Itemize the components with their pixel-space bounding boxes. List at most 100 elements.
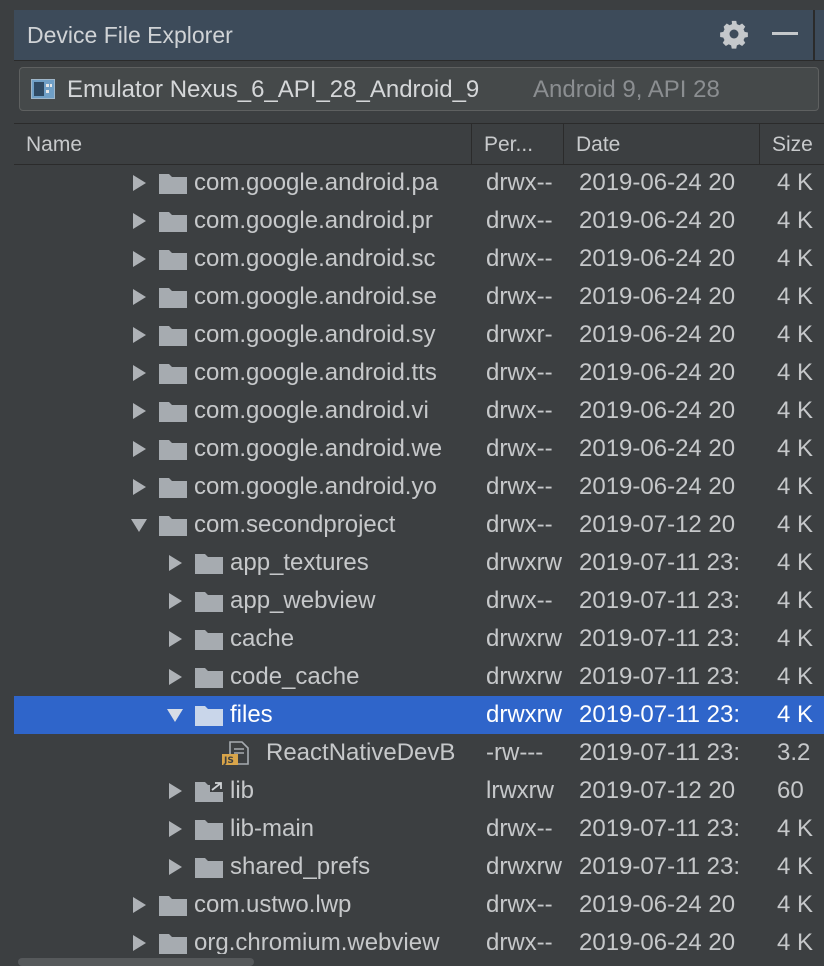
expand-arrow-right-icon[interactable]: [131, 441, 147, 457]
column-header-permissions[interactable]: Per...: [484, 133, 533, 157]
device-dropdown[interactable]: Emulator Nexus_6_API_28_Android_9 Androi…: [19, 67, 819, 111]
file-date: 2019-06-24 20: [579, 359, 736, 386]
expand-arrow-down-icon[interactable]: [167, 707, 183, 723]
expand-arrow-right-icon[interactable]: [167, 555, 183, 571]
file-size: 4 K: [777, 815, 814, 842]
tree-row[interactable]: com.ustwo.lwp drwx-- 2019-06-24 20 4 K: [14, 886, 824, 924]
tree-row[interactable]: com.google.android.pr drwx-- 2019-06-24 20…: [14, 202, 824, 240]
file-name: com.google.android.vi: [194, 397, 429, 424]
column-divider[interactable]: [563, 124, 564, 164]
tree-row[interactable]: JS ReactNativeDevB -rw--- 2019-07-11 23: 3.2: [14, 734, 824, 772]
folder-icon: [195, 668, 223, 688]
expand-arrow-right-icon[interactable]: [131, 479, 147, 495]
file-date: 2019-06-24 20: [579, 929, 736, 954]
file-date: 2019-06-24 20: [579, 435, 736, 462]
horizontal-scrollbar[interactable]: [18, 958, 254, 966]
expand-arrow-right-icon[interactable]: [131, 935, 147, 951]
file-size: 4 K: [777, 473, 814, 500]
tree-row[interactable]: com.google.android.yo drwx-- 2019-06-24 20…: [14, 468, 824, 506]
file-permissions: drwx--: [486, 891, 553, 918]
tree-row[interactable]: com.google.android.sy drwxr- 2019-06-24 20…: [14, 316, 824, 354]
file-name: code_cache: [230, 663, 360, 690]
column-header: Name Per... Date Size: [14, 123, 824, 165]
file-date: 2019-07-11 23:: [579, 663, 741, 690]
tree-row[interactable]: com.google.android.se drwx-- 2019-06-24 20…: [14, 278, 824, 316]
folder-icon: [159, 212, 187, 232]
file-size: 4 K: [777, 701, 814, 728]
expand-arrow-right-icon[interactable]: [167, 859, 183, 875]
folder-icon: [159, 934, 187, 954]
expand-arrow-right-icon[interactable]: [131, 403, 147, 419]
folder-icon: [159, 326, 187, 346]
file-name: ReactNativeDevB: [266, 739, 456, 766]
file-name: com.ustwo.lwp: [194, 891, 352, 918]
expand-arrow-right-icon[interactable]: [131, 251, 147, 267]
expand-arrow-right-icon[interactable]: [167, 821, 183, 837]
tree-row[interactable]: shared_prefs drwxrw 2019-07-11 23: 4 K: [14, 848, 824, 886]
file-size: 4 K: [777, 245, 814, 272]
tree-row[interactable]: lib lrwxrw 2019-07-12 20 60: [14, 772, 824, 810]
file-size: 4 K: [777, 511, 814, 538]
expand-arrow-right-icon[interactable]: [167, 783, 183, 799]
file-date: 2019-07-11 23:: [579, 625, 741, 652]
file-name: lib: [230, 777, 255, 804]
file-size: 4 K: [777, 853, 814, 880]
tree-row[interactable]: com.secondproject drwx-- 2019-07-12 20 4 K: [14, 506, 824, 544]
file-size: 4 K: [777, 359, 814, 386]
tree-row[interactable]: app_textures drwxrw 2019-07-11 23: 4 K: [14, 544, 824, 582]
tree-row[interactable]: org.chromium.webview drwx-- 2019-06-24 20 4…: [14, 924, 824, 954]
expand-arrow-right-icon[interactable]: [167, 631, 183, 647]
file-name: shared_prefs: [230, 853, 371, 880]
tree-row[interactable]: cache drwxrw 2019-07-11 23: 4 K: [14, 620, 824, 658]
tree-row[interactable]: com.google.android.sc drwx-- 2019-06-24 20…: [14, 240, 824, 278]
file-permissions: drwx--: [486, 359, 553, 386]
tree-row[interactable]: com.google.android.pa drwx-- 2019-06-24 20…: [14, 164, 824, 202]
tree-row[interactable]: files drwxrw 2019-07-11 23: 4 K: [14, 696, 824, 734]
tool-window-title: Device File Explorer: [27, 22, 233, 48]
file-name: lib-main: [230, 815, 315, 842]
column-header-size[interactable]: Size: [772, 133, 813, 157]
minimize-icon[interactable]: [772, 32, 798, 35]
expand-arrow-down-icon[interactable]: [131, 517, 147, 533]
file-date: 2019-06-24 20: [579, 891, 736, 918]
file-size: 3.2: [777, 739, 811, 766]
file-permissions: drwxrw: [486, 625, 562, 652]
file-permissions: drwxr-: [486, 321, 553, 348]
tree-row[interactable]: code_cache drwxrw 2019-07-11 23: 4 K: [14, 658, 824, 696]
gear-icon[interactable]: [719, 19, 749, 49]
expand-arrow-right-icon[interactable]: [167, 669, 183, 685]
expand-arrow-right-icon[interactable]: [131, 897, 147, 913]
expand-arrow-right-icon[interactable]: [131, 327, 147, 343]
expand-arrow-right-icon[interactable]: [131, 365, 147, 381]
js-file-icon: JS: [222, 741, 249, 765]
tree-row[interactable]: com.google.android.we drwx-- 2019-06-24 20…: [14, 430, 824, 468]
emulator-device-icon: [31, 79, 55, 99]
expand-arrow-right-icon[interactable]: [167, 593, 183, 609]
file-size: 4 K: [777, 321, 814, 348]
expand-arrow-right-icon[interactable]: [131, 289, 147, 305]
column-header-name[interactable]: Name: [26, 133, 82, 157]
file-name: com.google.android.pr: [194, 207, 433, 234]
column-divider[interactable]: [471, 124, 472, 164]
folder-icon: [195, 706, 223, 726]
file-date: 2019-06-24 20: [579, 321, 736, 348]
file-permissions: drwx--: [486, 587, 553, 614]
expand-arrow-right-icon[interactable]: [131, 175, 147, 191]
file-permissions: drwx--: [486, 815, 553, 842]
file-name: app_textures: [230, 549, 369, 576]
file-name: cache: [230, 625, 295, 652]
column-divider[interactable]: [759, 124, 760, 164]
file-size: 4 K: [777, 435, 814, 462]
file-size: 4 K: [777, 587, 814, 614]
file-name: org.chromium.webview: [194, 929, 440, 954]
tree-row[interactable]: com.google.android.vi drwx-- 2019-06-24 20…: [14, 392, 824, 430]
expand-arrow-right-icon[interactable]: [131, 213, 147, 229]
column-header-date[interactable]: Date: [576, 133, 620, 157]
tree-row[interactable]: app_webview drwx-- 2019-07-11 23: 4 K: [14, 582, 824, 620]
folder-icon: [159, 516, 187, 536]
tree-row[interactable]: lib-main drwx-- 2019-07-11 23: 4 K: [14, 810, 824, 848]
folder-icon: [159, 440, 187, 460]
tree-row[interactable]: com.google.android.tts drwx-- 2019-06-24 2…: [14, 354, 824, 392]
file-size: 4 K: [777, 625, 814, 652]
file-permissions: -rw---: [486, 739, 544, 766]
